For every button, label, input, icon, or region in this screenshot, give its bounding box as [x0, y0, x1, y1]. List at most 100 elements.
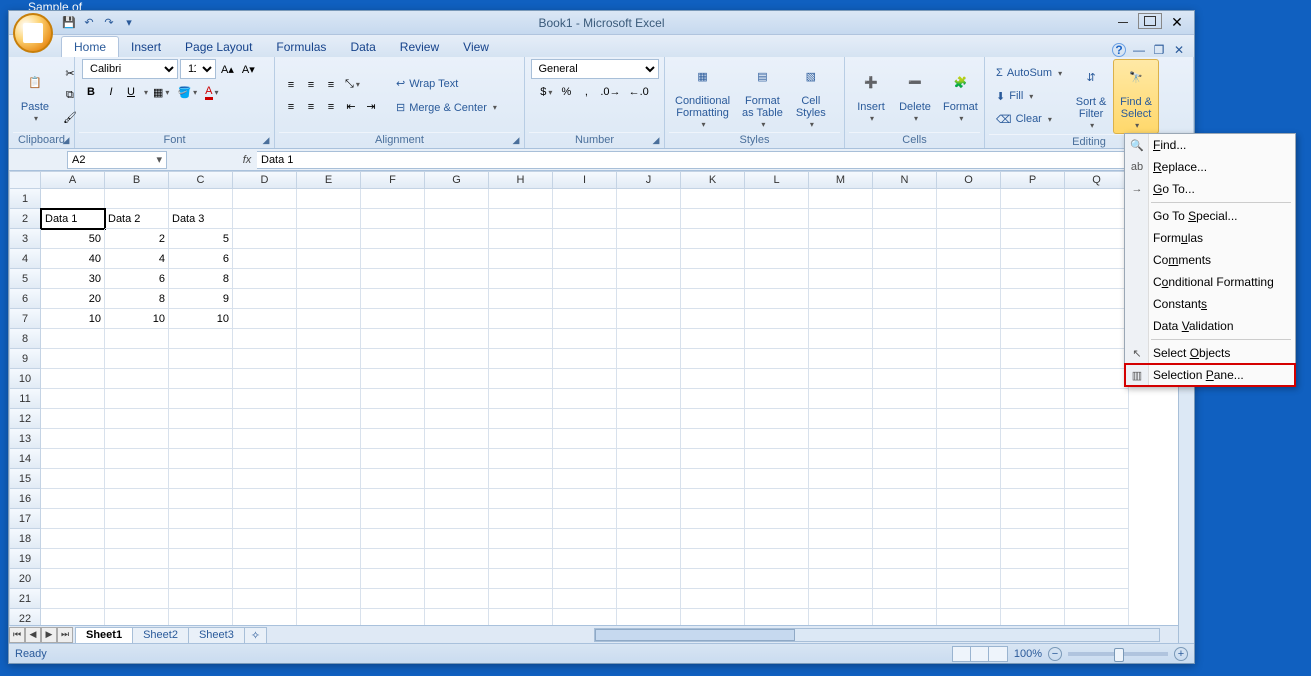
cell-F18[interactable] [361, 529, 425, 549]
cell-J9[interactable] [617, 349, 681, 369]
cell-L22[interactable] [745, 609, 809, 625]
cell-M20[interactable] [809, 569, 873, 589]
cell-N7[interactable] [873, 309, 937, 329]
cell-O19[interactable] [937, 549, 1001, 569]
cell-C18[interactable] [169, 529, 233, 549]
cell-G1[interactable] [425, 189, 489, 209]
cell-E14[interactable] [297, 449, 361, 469]
cell-F20[interactable] [361, 569, 425, 589]
align-top-icon[interactable]: ≡ [282, 75, 300, 95]
cell-A9[interactable] [41, 349, 105, 369]
cell-G13[interactable] [425, 429, 489, 449]
tab-page-layout[interactable]: Page Layout [173, 37, 264, 57]
cell-A4[interactable]: 40 [41, 249, 105, 269]
cell-B13[interactable] [105, 429, 169, 449]
cell-C13[interactable] [169, 429, 233, 449]
tab-home[interactable]: Home [61, 36, 119, 57]
cell-M5[interactable] [809, 269, 873, 289]
cell-P2[interactable] [1001, 209, 1065, 229]
cell-K11[interactable] [681, 389, 745, 409]
cell-Q11[interactable] [1065, 389, 1129, 409]
cell-K8[interactable] [681, 329, 745, 349]
cell-L2[interactable] [745, 209, 809, 229]
cell-I12[interactable] [553, 409, 617, 429]
col-header-D[interactable]: D [233, 171, 297, 189]
cell-N13[interactable] [873, 429, 937, 449]
cell-J3[interactable] [617, 229, 681, 249]
cell-K19[interactable] [681, 549, 745, 569]
horizontal-scrollbar[interactable] [594, 627, 1161, 643]
cell-E1[interactable] [297, 189, 361, 209]
merge-center-button[interactable]: ⊟Merge & Center▾ [392, 97, 501, 119]
cell-L15[interactable] [745, 469, 809, 489]
cell-M8[interactable] [809, 329, 873, 349]
cell-O10[interactable] [937, 369, 1001, 389]
cell-F2[interactable] [361, 209, 425, 229]
cell-G7[interactable] [425, 309, 489, 329]
format-cells-button[interactable]: 🧩Format▾ [937, 65, 984, 126]
cell-K9[interactable] [681, 349, 745, 369]
cell-I2[interactable] [553, 209, 617, 229]
cell-O1[interactable] [937, 189, 1001, 209]
cell-N5[interactable] [873, 269, 937, 289]
cell-K16[interactable] [681, 489, 745, 509]
cell-O11[interactable] [937, 389, 1001, 409]
cell-C4[interactable]: 6 [169, 249, 233, 269]
cell-E22[interactable] [297, 609, 361, 625]
cell-N21[interactable] [873, 589, 937, 609]
cell-K20[interactable] [681, 569, 745, 589]
cell-J12[interactable] [617, 409, 681, 429]
cell-I17[interactable] [553, 509, 617, 529]
cell-I15[interactable] [553, 469, 617, 489]
cell-I6[interactable] [553, 289, 617, 309]
cell-H20[interactable] [489, 569, 553, 589]
cell-D22[interactable] [233, 609, 297, 625]
cell-C10[interactable] [169, 369, 233, 389]
cell-A21[interactable] [41, 589, 105, 609]
cell-G22[interactable] [425, 609, 489, 625]
find-select-button[interactable]: 🔭Find & Select▾ [1113, 59, 1159, 134]
row-header-10[interactable]: 10 [9, 369, 41, 389]
cell-H6[interactable] [489, 289, 553, 309]
cell-D10[interactable] [233, 369, 297, 389]
cell-L12[interactable] [745, 409, 809, 429]
font-color-button[interactable]: A▾ [202, 82, 221, 102]
cell-E8[interactable] [297, 329, 361, 349]
cell-F8[interactable] [361, 329, 425, 349]
row-header-11[interactable]: 11 [9, 389, 41, 409]
cell-G3[interactable] [425, 229, 489, 249]
cell-D6[interactable] [233, 289, 297, 309]
cell-B4[interactable]: 4 [105, 249, 169, 269]
cell-D4[interactable] [233, 249, 297, 269]
decrease-font-icon[interactable]: A▾ [239, 59, 258, 79]
cell-J14[interactable] [617, 449, 681, 469]
cell-B6[interactable]: 8 [105, 289, 169, 309]
cell-J8[interactable] [617, 329, 681, 349]
cell-P17[interactable] [1001, 509, 1065, 529]
cell-L18[interactable] [745, 529, 809, 549]
restore-workbook-icon[interactable]: ❐ [1152, 43, 1166, 57]
cell-P19[interactable] [1001, 549, 1065, 569]
cell-J7[interactable] [617, 309, 681, 329]
cell-H9[interactable] [489, 349, 553, 369]
cell-O3[interactable] [937, 229, 1001, 249]
cell-H19[interactable] [489, 549, 553, 569]
cell-C2[interactable]: Data 3 [169, 209, 233, 229]
row-header-3[interactable]: 3 [9, 229, 41, 249]
cell-E20[interactable] [297, 569, 361, 589]
cell-B14[interactable] [105, 449, 169, 469]
cell-J18[interactable] [617, 529, 681, 549]
cell-H7[interactable] [489, 309, 553, 329]
cell-M13[interactable] [809, 429, 873, 449]
cell-Q19[interactable] [1065, 549, 1129, 569]
cell-B2[interactable]: Data 2 [105, 209, 169, 229]
cell-E18[interactable] [297, 529, 361, 549]
col-header-P[interactable]: P [1001, 171, 1065, 189]
qat-dropdown-icon[interactable]: ▾ [121, 15, 137, 31]
col-header-I[interactable]: I [553, 171, 617, 189]
cell-Q9[interactable] [1065, 349, 1129, 369]
name-box[interactable]: A2▾ [67, 151, 167, 169]
cell-B22[interactable] [105, 609, 169, 625]
tab-insert[interactable]: Insert [119, 37, 173, 57]
close-button[interactable]: ✕ [1164, 13, 1190, 31]
